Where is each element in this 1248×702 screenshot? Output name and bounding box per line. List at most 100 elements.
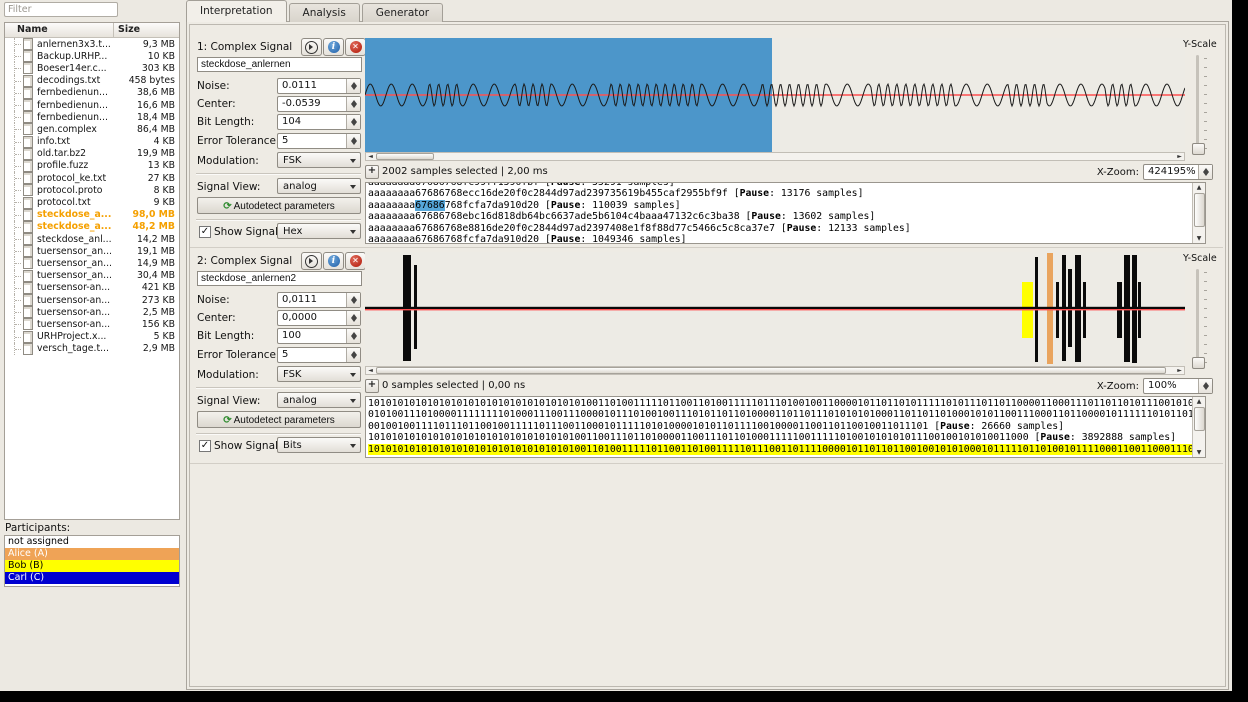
column-header-name[interactable]: Name: [5, 23, 114, 37]
scroll-up-icon[interactable]: ▲: [1193, 397, 1205, 406]
signal2-signal-view-dropdown[interactable]: analog: [277, 392, 361, 408]
spin-arrows-icon[interactable]: [346, 79, 360, 93]
signal1-hscrollbar[interactable]: ◄ ►: [365, 152, 1185, 161]
file-row[interactable]: steckdose_a... 98,0 MB: [5, 208, 179, 222]
scroll-down-icon[interactable]: ▼: [1193, 448, 1205, 457]
signal1-protocol-vscrollbar[interactable]: ▲ ▼: [1192, 183, 1205, 243]
file-row[interactable]: steckdose_a... 48,2 MB: [5, 220, 179, 234]
file-row[interactable]: anlernen3x3.t... 9,3 MB: [5, 38, 179, 51]
signal2-name-field[interactable]: [197, 271, 362, 286]
signal2-x-zoom-spinbox[interactable]: 100%: [1143, 378, 1213, 394]
signal2-modulation-dropdown[interactable]: FSK: [277, 366, 361, 382]
file-row[interactable]: tuersensor-an... 2,5 MB: [5, 306, 179, 319]
scroll-right-icon[interactable]: ►: [1175, 367, 1184, 374]
spin-arrows-icon[interactable]: [346, 311, 360, 325]
file-row[interactable]: decodings.txt 458 bytes: [5, 74, 179, 87]
scrollbar-thumb[interactable]: [376, 153, 434, 160]
file-row[interactable]: info.txt 4 KB: [5, 135, 179, 148]
signal1-protocol-view[interactable]: aaaaaaaa67686768fc99ff1590fbf [Pause: 55…: [365, 182, 1206, 244]
scroll-up-icon[interactable]: ▲: [1193, 183, 1205, 192]
scrollbar-thumb[interactable]: [376, 367, 1166, 374]
file-row[interactable]: protocol.proto 8 KB: [5, 184, 179, 197]
signal1-show-as-dropdown[interactable]: Hex: [277, 223, 361, 239]
file-row[interactable]: old.tar.bz2 19,9 MB: [5, 147, 179, 161]
file-row[interactable]: steckdose_anl... 14,2 MB: [5, 233, 179, 246]
signal1-yscale-handle[interactable]: [1192, 143, 1205, 155]
signal1-zoom-in-button[interactable]: +: [365, 165, 379, 179]
protocol-line[interactable]: 0101001110100001111111101000111001110000…: [368, 409, 1193, 420]
protocol-line[interactable]: aaaaaaaa67686768ebc16d818db64bc6637ade5b…: [368, 211, 1193, 222]
scroll-left-icon[interactable]: ◄: [366, 367, 375, 374]
participant-row[interactable]: Carl (C): [5, 572, 179, 584]
tab-generator[interactable]: Generator: [361, 3, 444, 22]
signal1-x-zoom-spinbox[interactable]: 424195%: [1143, 164, 1213, 180]
file-row[interactable]: tuersensor-an... 421 KB: [5, 281, 179, 295]
signal1-close-button[interactable]: ✕: [345, 38, 366, 56]
file-row[interactable]: versch_tage.t... 2,9 MB: [5, 342, 179, 356]
signal1-bit-length-spinbox[interactable]: 104: [277, 114, 361, 130]
signal2-hscrollbar[interactable]: ◄ ►: [365, 366, 1185, 375]
file-row[interactable]: tuersensor-an... 156 KB: [5, 318, 179, 331]
column-header-size[interactable]: Size: [114, 23, 179, 37]
signal2-play-button[interactable]: [301, 252, 322, 270]
signal1-name-field[interactable]: [197, 57, 362, 72]
protocol-line[interactable]: aaaaaaaa67686768e8816de20f0c2844d97ad239…: [368, 223, 1193, 234]
signal2-protocol-vscrollbar[interactable]: ▲ ▼: [1192, 397, 1205, 457]
signal1-autodetect-button[interactable]: ⟳ Autodetect parameters: [197, 197, 361, 214]
protocol-line[interactable]: aaaaaaaa67686768ecc16de20f0c2844d97ad239…: [368, 188, 1193, 199]
signal2-protocol-view[interactable]: 1010101010101010101010101010101010101001…: [365, 396, 1206, 458]
signal2-waveform[interactable]: [365, 252, 1185, 366]
file-row[interactable]: fernbedienun... 38,6 MB: [5, 86, 179, 100]
participant-row[interactable]: Bob (B): [5, 560, 179, 572]
scrollbar-thumb[interactable]: [1194, 193, 1205, 227]
file-row[interactable]: protocol_ke.txt 27 KB: [5, 172, 179, 185]
scroll-left-icon[interactable]: ◄: [366, 153, 375, 160]
scroll-down-icon[interactable]: ▼: [1193, 234, 1205, 243]
spin-arrows-icon[interactable]: [346, 97, 360, 111]
spin-arrows-icon[interactable]: [346, 115, 360, 129]
protocol-line[interactable]: 1010101010101010101010101010101010100110…: [368, 432, 1193, 443]
file-row[interactable]: Backup.URHP... 10 KB: [5, 50, 179, 63]
signal2-info-button[interactable]: i: [323, 252, 344, 270]
signal2-error-tolerance-spinbox[interactable]: 5: [277, 347, 361, 363]
tab-analysis[interactable]: Analysis: [288, 3, 360, 22]
participant-row[interactable]: not assigned: [5, 536, 179, 548]
file-row[interactable]: tuersensor_an... 19,1 MB: [5, 245, 179, 258]
signal2-bit-length-spinbox[interactable]: 100: [277, 328, 361, 344]
signal1-show-signal-checkbox[interactable]: ✓: [199, 226, 211, 238]
filter-input[interactable]: [4, 2, 118, 17]
tab-interpretation[interactable]: Interpretation: [186, 0, 287, 22]
signal2-show-signal-checkbox[interactable]: ✓: [199, 440, 211, 452]
signal1-waveform[interactable]: [365, 38, 1185, 152]
participant-row[interactable]: Alice (A): [5, 548, 179, 560]
scrollbar-thumb[interactable]: [1194, 407, 1205, 431]
signal2-show-as-dropdown[interactable]: Bits: [277, 437, 361, 453]
scroll-right-icon[interactable]: ►: [1175, 153, 1184, 160]
file-row[interactable]: protocol.txt 9 KB: [5, 196, 179, 209]
file-row[interactable]: profile.fuzz 13 KB: [5, 159, 179, 173]
signal2-yscale-slider[interactable]: [1196, 269, 1199, 365]
file-row[interactable]: gen.complex 86,4 MB: [5, 123, 179, 136]
signal1-yscale-slider[interactable]: [1196, 55, 1199, 151]
protocol-line[interactable]: 0010010011110111011001001111101110011000…: [368, 421, 1193, 432]
file-row[interactable]: fernbedienun... 16,6 MB: [5, 98, 179, 112]
signal2-zoom-in-button[interactable]: +: [365, 379, 379, 393]
signal1-center-spinbox[interactable]: -0.0539: [277, 96, 361, 112]
file-row[interactable]: Boeser14er.c... 303 KB: [5, 62, 179, 75]
signal2-center-spinbox[interactable]: 0,0000: [277, 310, 361, 326]
protocol-line[interactable]: 1010101010101010101010101010101010101001…: [368, 398, 1193, 409]
protocol-line[interactable]: aaaaaaaa67686768fcfa7da910d20 [Pause: 10…: [368, 234, 1193, 243]
signal2-close-button[interactable]: ✕: [345, 252, 366, 270]
signal1-error-tolerance-spinbox[interactable]: 5: [277, 133, 361, 149]
signal2-noise-spinbox[interactable]: 0,0111: [277, 292, 361, 308]
spin-arrows-icon[interactable]: [346, 293, 360, 307]
file-row[interactable]: tuersensor-an... 273 KB: [5, 293, 179, 307]
spin-arrows-icon[interactable]: [1198, 379, 1212, 393]
spin-arrows-icon[interactable]: [1198, 165, 1212, 179]
file-row[interactable]: tuersensor_an... 30,4 MB: [5, 269, 179, 282]
file-row[interactable]: fernbedienun... 18,4 MB: [5, 111, 179, 124]
file-row[interactable]: URHProject.x... 5 KB: [5, 330, 179, 343]
spin-arrows-icon[interactable]: [346, 134, 360, 148]
signal1-signal-view-dropdown[interactable]: analog: [277, 178, 361, 194]
signal1-noise-spinbox[interactable]: 0.0111: [277, 78, 361, 94]
